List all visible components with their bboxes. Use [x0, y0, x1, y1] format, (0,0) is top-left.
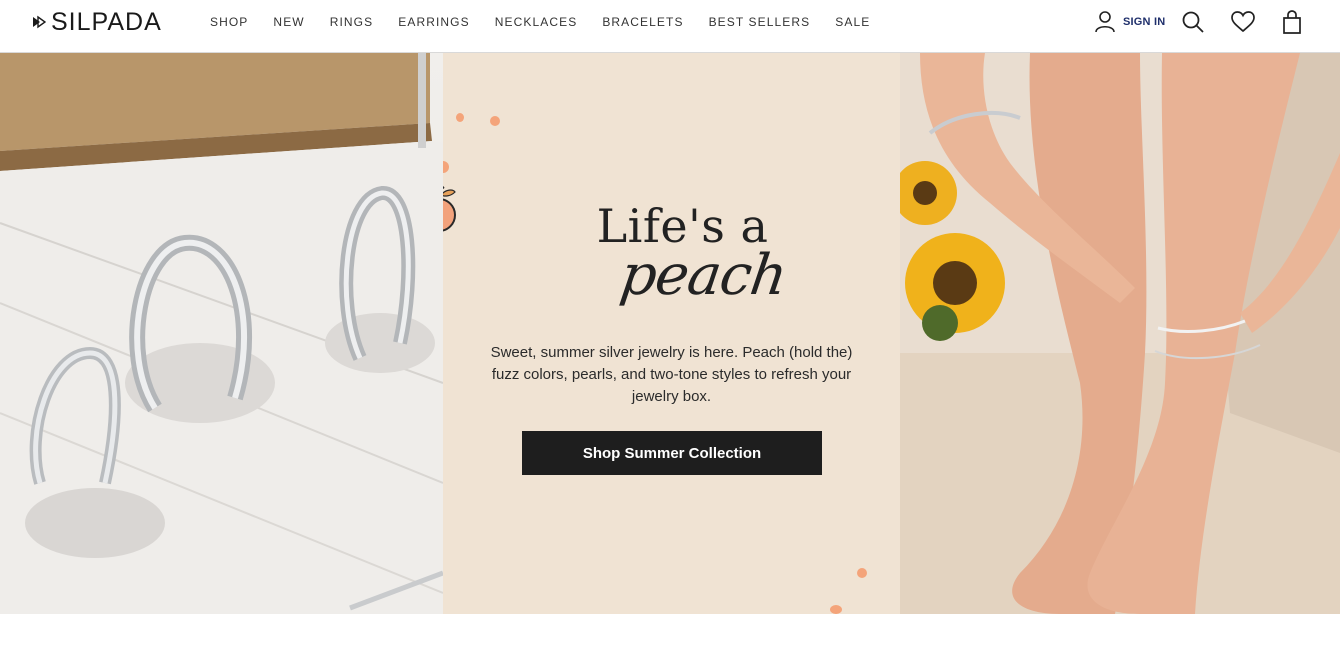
nav-item-shop[interactable]: SHOP [210, 15, 248, 29]
sign-in-label: SIGN IN [1123, 16, 1166, 28]
nav-item-sale[interactable]: SALE [835, 15, 870, 29]
utility-nav: SIGN IN [1094, 10, 1303, 34]
anklets-image [900, 53, 1340, 614]
main-nav: SHOP NEW RINGS EARRINGS NECKLACES BRACEL… [210, 15, 895, 29]
sign-in-link[interactable]: SIGN IN [1094, 10, 1165, 34]
nav-item-best-sellers[interactable]: BEST SELLERS [709, 15, 811, 29]
anklets-model-photo[interactable] [900, 53, 1340, 614]
peach-dot-decoration [857, 568, 867, 578]
search-icon [1182, 11, 1204, 33]
logo-text: SILPADA [51, 7, 162, 36]
silpada-logo[interactable]: SILPADA [32, 8, 162, 36]
peach-dot-decoration [830, 605, 842, 614]
silver-rings-photo[interactable] [0, 53, 443, 614]
search-button[interactable] [1181, 10, 1205, 34]
site-header: SILPADA SHOP NEW RINGS EARRINGS NECKLACE… [0, 0, 1340, 53]
nav-item-earrings[interactable]: EARRINGS [398, 15, 469, 29]
shopping-bag-icon [1283, 10, 1302, 34]
nav-item-rings[interactable]: RINGS [330, 15, 374, 29]
nav-item-necklaces[interactable]: NECKLACES [495, 15, 578, 29]
peach-dot-decoration [456, 113, 464, 122]
shop-summer-collection-button[interactable]: Shop Summer Collection [522, 431, 822, 475]
logo-mark-icon [33, 15, 46, 29]
silver-rings-image [0, 53, 443, 614]
hero-description: Sweet, summer silver jewelry is here. Pe… [490, 344, 853, 405]
wishlist-button[interactable] [1231, 10, 1256, 34]
user-icon [1095, 11, 1115, 33]
hero-banner: Life's a peach Sweet, summer silver jewe… [0, 53, 1340, 614]
nav-item-bracelets[interactable]: BRACELETS [602, 15, 683, 29]
cart-button[interactable] [1281, 10, 1303, 34]
peach-dot-decoration [443, 161, 449, 173]
peach-dot-decoration [490, 116, 500, 126]
hero-headline-line2: peach [616, 243, 791, 308]
hero-copy-panel: Life's a peach Sweet, summer silver jewe… [443, 53, 900, 614]
nav-item-new[interactable]: NEW [273, 15, 304, 29]
heart-icon [1231, 11, 1256, 33]
